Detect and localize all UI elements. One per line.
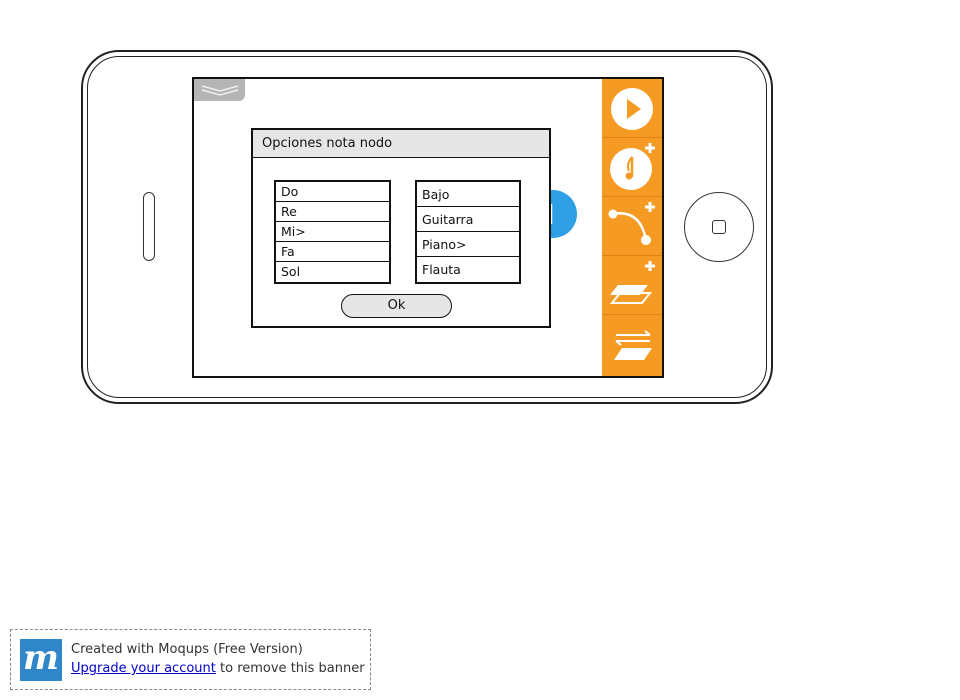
chevron-down-icon	[201, 85, 239, 96]
notes-list: Do Re Mi> Fa Sol	[274, 180, 391, 284]
banner-suffix: to remove this banner	[215, 661, 365, 676]
add-note-button[interactable]	[602, 138, 662, 197]
list-item-instrument[interactable]: Piano>	[417, 232, 519, 257]
speaker-slot	[143, 192, 155, 261]
list-item-instrument[interactable]: Guitarra	[417, 207, 519, 232]
swap-layer-button[interactable]	[602, 315, 662, 374]
list-item-note[interactable]: Re	[276, 202, 389, 222]
add-layer-icon	[609, 261, 655, 304]
banner-text-line2: Upgrade your account to remove this bann…	[71, 661, 365, 676]
list-item-note[interactable]: Do	[276, 182, 389, 202]
ok-button[interactable]: Ok	[341, 294, 452, 318]
dialog-title: Opciones nota nodo	[253, 130, 549, 158]
moqups-banner: m Created with Moqups (Free Version) Upg…	[10, 629, 371, 690]
upgrade-account-link[interactable]: Upgrade your account	[71, 661, 216, 676]
add-layer-button[interactable]	[602, 256, 662, 315]
note-options-dialog: Opciones nota nodo Do Re Mi> Fa Sol Bajo…	[251, 128, 551, 328]
list-item-instrument[interactable]: Flauta	[417, 257, 519, 282]
home-square-icon	[712, 220, 726, 234]
list-item-instrument[interactable]: Bajo	[417, 182, 519, 207]
add-connection-icon	[608, 202, 655, 245]
tool-sidebar	[602, 79, 662, 376]
moqups-logo: m	[20, 639, 62, 681]
drawer-toggle[interactable]	[194, 79, 245, 101]
instruments-list: Bajo Guitarra Piano> Flauta	[415, 180, 521, 284]
add-note-icon	[610, 143, 655, 190]
play-button[interactable]	[602, 79, 662, 138]
banner-text: Created with Moqups (Free Version)	[71, 642, 303, 657]
home-button[interactable]	[684, 192, 754, 262]
list-item-note[interactable]: Sol	[276, 262, 389, 282]
swap-layer-icon	[614, 330, 652, 360]
add-connection-button[interactable]	[602, 197, 662, 256]
list-item-note[interactable]: Fa	[276, 242, 389, 262]
play-icon	[611, 88, 653, 130]
list-item-note[interactable]: Mi>	[276, 222, 389, 242]
